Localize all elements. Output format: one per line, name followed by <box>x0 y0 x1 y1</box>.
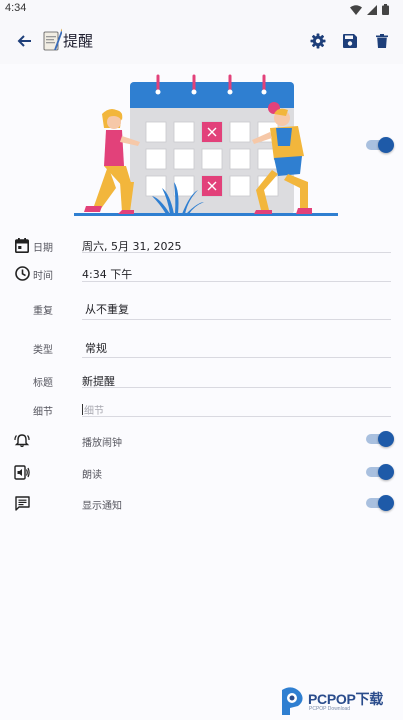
reminder-enabled-toggle[interactable] <box>366 137 394 153</box>
app-logo-icon <box>43 28 62 51</box>
trash-icon <box>376 34 388 48</box>
status-bar: 4:34 <box>0 0 403 20</box>
details-label: 细节 <box>33 407 53 418</box>
date-label: 日期 <box>33 243 53 254</box>
speak-option-icon <box>13 463 31 481</box>
notification-icon <box>14 495 30 511</box>
date-row-icon <box>13 236 31 254</box>
read-aloud-label: 朗读 <box>82 470 102 481</box>
arrow-back-icon <box>17 35 31 47</box>
divider <box>82 387 391 388</box>
divider <box>82 281 391 282</box>
save-button[interactable] <box>338 29 362 53</box>
read-aloud-toggle[interactable] <box>366 464 394 480</box>
time-row-icon <box>13 264 31 282</box>
settings-button[interactable] <box>306 29 330 53</box>
text-caret <box>82 404 83 415</box>
repeat-label: 重复 <box>33 306 53 317</box>
status-time: 4:34 <box>5 2 27 14</box>
back-button[interactable] <box>12 29 36 53</box>
repeat-field[interactable]: 从不重复 <box>85 301 129 317</box>
type-label: 类型 <box>33 345 53 356</box>
save-icon <box>343 34 357 48</box>
wifi-icon <box>350 4 362 15</box>
time-label: 时间 <box>33 271 53 282</box>
show-notification-label: 显示通知 <box>82 501 122 512</box>
divider <box>82 416 391 417</box>
alarm-option-icon <box>13 431 31 449</box>
divider <box>82 357 391 358</box>
speaker-icon <box>14 464 30 480</box>
title-label: 标题 <box>33 378 53 389</box>
watermark-subtext: PCPOP Download <box>309 706 351 712</box>
details-input[interactable]: 细节 <box>82 402 104 417</box>
app-bar: 提醒 <box>0 20 403 64</box>
calendar-illustration <box>74 74 338 216</box>
battery-icon <box>382 4 389 15</box>
divider <box>82 319 391 320</box>
gear-icon <box>310 33 326 49</box>
clock-icon <box>14 265 30 281</box>
toggle-thumb <box>378 431 394 447</box>
calendar-icon <box>15 237 29 253</box>
show-notification-toggle[interactable] <box>366 495 394 511</box>
play-alarm-toggle[interactable] <box>366 431 394 447</box>
toggle-thumb <box>378 464 394 480</box>
page-title: 提醒 <box>63 32 94 50</box>
toggle-thumb <box>378 495 394 511</box>
signal-icon <box>367 4 377 15</box>
status-icons <box>350 4 389 15</box>
toggle-thumb <box>378 137 394 153</box>
delete-button[interactable] <box>370 29 394 53</box>
alarm-bell-icon <box>14 433 30 447</box>
play-alarm-label: 播放闹钟 <box>82 438 122 449</box>
divider <box>82 252 391 253</box>
notification-option-icon <box>13 494 31 512</box>
time-field[interactable]: 4:34 下午 <box>82 266 132 282</box>
watermark-logo-icon <box>282 687 303 715</box>
type-field[interactable]: 常规 <box>85 340 107 356</box>
watermark: PCPOP下载 PCPOP Download <box>278 684 403 720</box>
